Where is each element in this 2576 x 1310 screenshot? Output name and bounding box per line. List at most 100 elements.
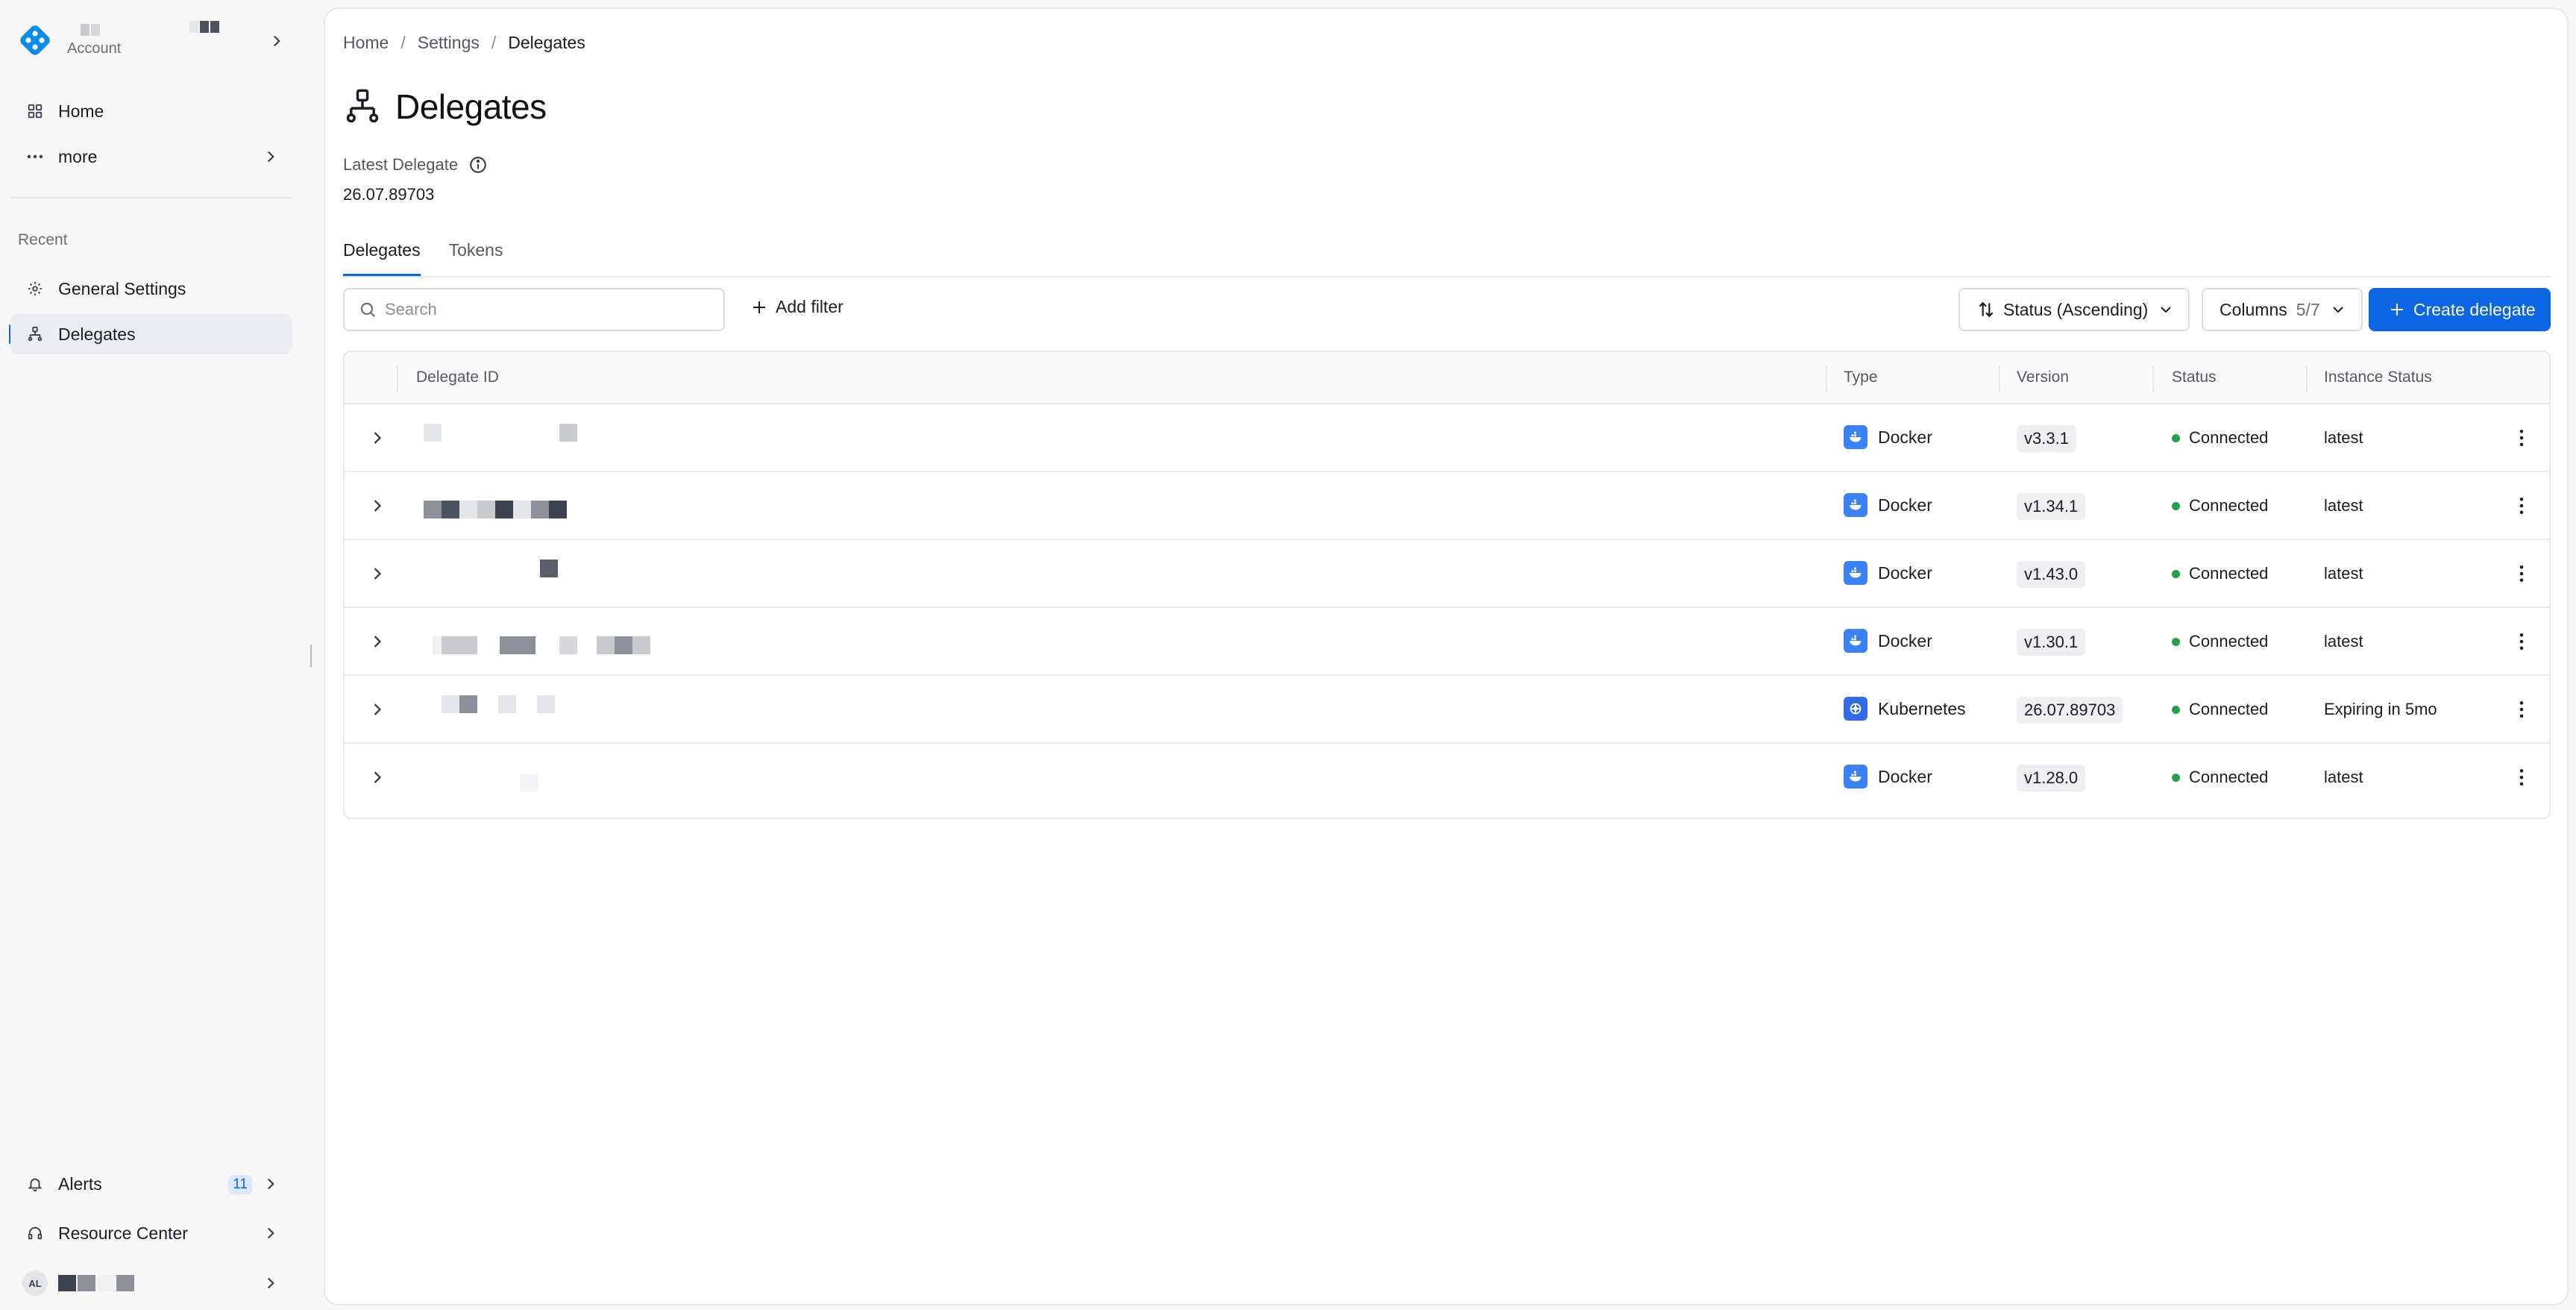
kebab-icon[interactable]	[2510, 427, 2533, 449]
status-badge: Connected	[2172, 632, 2268, 651]
instance-status: Expiring in 5mo	[2324, 700, 2437, 718]
tab-tokens[interactable]: Tokens	[449, 230, 503, 276]
column-header-instance-status[interactable]: Instance Status	[2324, 369, 2432, 386]
add-filter-button[interactable]: Add filter	[750, 297, 844, 317]
delegate-id-redacted	[424, 560, 692, 589]
status-badge: Connected	[2172, 428, 2268, 448]
dots-icon	[25, 147, 45, 166]
sidebar-item-home[interactable]: Home	[10, 91, 292, 131]
chevron-right-icon[interactable]	[367, 699, 388, 720]
sidebar-item-general-settings[interactable]: General Settings	[10, 269, 292, 309]
delegate-type: Docker	[1844, 425, 1932, 449]
sidebar-item-label: General Settings	[58, 278, 186, 298]
account-extra-redacted	[189, 21, 219, 33]
column-header-delegate-id[interactable]: Delegate ID	[416, 369, 499, 386]
status-dot	[2172, 705, 2180, 714]
delegates-table: Delegate ID Type Version Status Instance…	[343, 351, 2551, 819]
chevron-down-icon	[2161, 307, 2172, 313]
sidebar-item-label: Alerts	[58, 1173, 102, 1194]
status-dot	[2172, 773, 2180, 782]
account-label: Account	[67, 40, 122, 57]
instance-status: latest	[2324, 428, 2363, 447]
column-header-status[interactable]: Status	[2172, 369, 2217, 386]
breadcrumb-home[interactable]: Home	[343, 33, 389, 53]
breadcrumb-separator: /	[400, 33, 406, 52]
table-row[interactable]: Docker v3.3.1 Connected latest	[345, 404, 2549, 472]
tab-bar: Delegates Tokens	[343, 230, 2551, 278]
chevron-right-icon[interactable]	[367, 767, 388, 788]
kebab-icon[interactable]	[2510, 495, 2533, 517]
chevron-right-icon	[267, 151, 274, 163]
delegate-type: Docker	[1844, 561, 1932, 585]
version-badge: v1.34.1	[2017, 493, 2086, 520]
delegate-type-label: Docker	[1878, 495, 1932, 515]
instance-status: latest	[2324, 564, 2363, 583]
breadcrumb-separator: /	[491, 33, 497, 52]
account-switcher[interactable]: Account	[18, 18, 286, 63]
tab-delegates[interactable]: Delegates	[343, 230, 421, 276]
column-header-version[interactable]: Version	[2017, 369, 2069, 386]
chevron-right-icon	[267, 1277, 274, 1289]
delegate-id-redacted	[424, 627, 692, 657]
columns-count: 5/7	[2296, 299, 2320, 319]
docker-icon	[1844, 561, 1867, 585]
docker-icon	[1844, 765, 1867, 789]
search-box[interactable]	[343, 288, 725, 331]
chevron-right-icon	[273, 35, 280, 47]
create-delegate-button[interactable]: Create delegate	[2369, 288, 2551, 331]
kebab-icon[interactable]	[2510, 562, 2533, 585]
chevron-right-icon[interactable]	[367, 631, 388, 652]
alerts-count-badge: 11	[228, 1175, 252, 1194]
delegate-type: Docker	[1844, 493, 1932, 517]
table-row[interactable]: Docker v1.43.0 Connected latest	[345, 540, 2549, 608]
avatar: AL	[22, 1270, 48, 1296]
chevron-right-icon[interactable]	[367, 495, 388, 516]
sort-label: Status (Ascending)	[2003, 299, 2149, 319]
delegate-id-redacted	[424, 763, 692, 793]
delegate-id-redacted	[424, 492, 692, 521]
table-row[interactable]: Docker v1.30.1 Connected latest	[345, 608, 2549, 676]
instance-status: latest	[2324, 768, 2363, 786]
columns-label: Columns	[2220, 299, 2287, 319]
sidebar-divider	[10, 197, 292, 198]
sidebar-user-menu[interactable]: AL	[10, 1263, 292, 1303]
docker-icon	[1844, 425, 1867, 449]
delegate-type-label: Docker	[1878, 562, 1932, 583]
kebab-icon[interactable]	[2510, 766, 2533, 789]
table-row[interactable]: Docker v1.28.0 Connected latest	[345, 744, 2549, 812]
sidebar-item-alerts[interactable]: Alerts 11	[10, 1164, 292, 1204]
network-icon	[25, 325, 45, 344]
search-input[interactable]	[385, 300, 713, 319]
table-row[interactable]: Kubernetes 26.07.89703 Connected Expirin…	[345, 676, 2549, 744]
recent-label: Recent	[18, 231, 68, 248]
table-header: Delegate ID Type Version Status Instance…	[345, 352, 2549, 404]
chevron-right-icon[interactable]	[367, 427, 388, 448]
status-label: Connected	[2189, 700, 2269, 718]
kebab-icon[interactable]	[2510, 698, 2533, 721]
bell-icon	[25, 1174, 45, 1194]
delegate-type-label: Kubernetes	[1878, 698, 1966, 718]
breadcrumb-settings[interactable]: Settings	[418, 33, 480, 53]
delegate-type: Kubernetes	[1844, 697, 1966, 721]
version-badge: v1.43.0	[2017, 561, 2086, 588]
latest-delegate-label: Latest Delegate	[343, 155, 488, 175]
columns-dropdown[interactable]: Columns 5/7	[2202, 288, 2363, 331]
kebab-icon[interactable]	[2510, 630, 2533, 653]
sort-dropdown[interactable]: Status (Ascending)	[1958, 288, 2190, 331]
sidebar-item-more[interactable]: more	[10, 137, 292, 177]
info-icon[interactable]	[468, 155, 488, 175]
column-header-type[interactable]: Type	[1844, 369, 1878, 386]
table-row[interactable]: Docker v1.34.1 Connected latest	[345, 472, 2549, 540]
network-icon	[346, 89, 379, 123]
version-badge: v3.3.1	[2017, 425, 2076, 452]
plus-icon	[753, 301, 765, 313]
chevron-right-icon[interactable]	[367, 563, 388, 584]
chevron-down-icon	[2333, 307, 2343, 313]
kubernetes-icon	[1844, 697, 1867, 721]
sidebar-item-delegates[interactable]: Delegates	[10, 314, 292, 354]
sidebar-item-resource-center[interactable]: Resource Center	[10, 1213, 292, 1253]
status-badge: Connected	[2172, 700, 2268, 719]
create-delegate-label: Create delegate	[2413, 299, 2536, 319]
sidebar: Account Home more Recent General Setting…	[0, 0, 306, 1310]
status-label: Connected	[2189, 768, 2269, 786]
